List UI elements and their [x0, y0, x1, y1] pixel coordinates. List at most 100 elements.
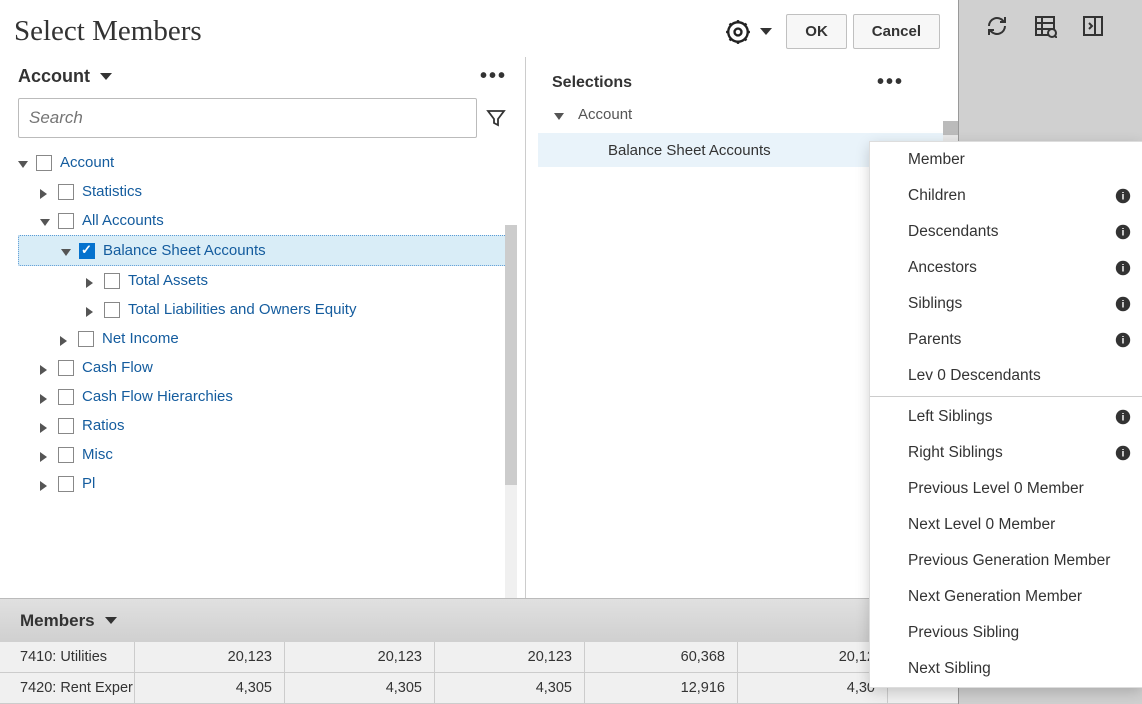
- checkbox[interactable]: [58, 418, 74, 434]
- menu-item-prev-sibling[interactable]: Previous Sibling: [870, 615, 1142, 651]
- tree-node-total-liabilities[interactable]: Total Liabilities and Owners Equity: [18, 295, 517, 324]
- cell: 60,368: [585, 642, 738, 672]
- selection-root[interactable]: Account: [538, 104, 946, 133]
- checkbox[interactable]: [79, 243, 95, 259]
- include-icon[interactable]: i: [1114, 187, 1132, 205]
- settings-dropdown-icon[interactable]: [760, 28, 772, 35]
- cell: 4,305: [135, 673, 285, 703]
- checkbox[interactable]: [36, 155, 52, 171]
- panel-toggle-icon[interactable]: [1081, 14, 1107, 40]
- tree-label: Cash Flow: [82, 359, 153, 376]
- expand-icon[interactable]: [86, 304, 98, 316]
- filter-icon[interactable]: [485, 107, 507, 129]
- checkbox[interactable]: [58, 447, 74, 463]
- expand-icon[interactable]: [40, 391, 52, 403]
- data-grid-icon[interactable]: [1033, 14, 1059, 40]
- data-row[interactable]: 7410: Utilities 20,123 20,123 20,123 60,…: [0, 642, 958, 673]
- menu-item-member[interactable]: Member: [870, 142, 1142, 178]
- expand-icon[interactable]: [40, 449, 52, 461]
- checkbox[interactable]: [58, 184, 74, 200]
- tree-label: Pl: [82, 475, 95, 492]
- tree-label: Net Income: [102, 330, 179, 347]
- menu-label: Member: [908, 151, 965, 169]
- settings-gear-icon[interactable]: [724, 18, 752, 46]
- expand-icon[interactable]: [18, 157, 30, 169]
- checkbox[interactable]: [58, 389, 74, 405]
- expand-icon[interactable]: [60, 333, 72, 345]
- dimension-dropdown[interactable]: Account: [18, 66, 112, 87]
- search-row: [18, 98, 525, 138]
- refresh-icon[interactable]: [985, 14, 1011, 40]
- ok-button[interactable]: OK: [786, 14, 847, 49]
- menu-label: Previous Sibling: [908, 624, 1019, 642]
- expand-icon[interactable]: [40, 420, 52, 432]
- expand-icon[interactable]: [40, 362, 52, 374]
- include-icon[interactable]: i: [1114, 295, 1132, 313]
- include-icon[interactable]: i: [1114, 444, 1132, 462]
- svg-text:i: i: [1122, 413, 1125, 424]
- cancel-button[interactable]: Cancel: [853, 14, 940, 49]
- expand-icon[interactable]: [40, 478, 52, 490]
- selections-title: Selections: [552, 74, 632, 92]
- tree-node-net-income[interactable]: Net Income: [18, 324, 517, 353]
- checkbox[interactable]: [58, 360, 74, 376]
- tree-node-cash-flow[interactable]: Cash Flow: [18, 353, 517, 382]
- tree-node-pl[interactable]: Pl: [18, 469, 517, 498]
- menu-item-prev-lev0[interactable]: Previous Level 0 Member: [870, 471, 1142, 507]
- selections-menu-icon[interactable]: •••: [877, 71, 938, 94]
- menu-item-next-lev0[interactable]: Next Level 0 Member: [870, 507, 1142, 543]
- checkbox[interactable]: [58, 476, 74, 492]
- tree-node-statistics[interactable]: Statistics: [18, 177, 517, 206]
- chevron-down-icon: [100, 73, 112, 80]
- expand-icon[interactable]: [40, 186, 52, 198]
- left-panel-menu-icon[interactable]: •••: [480, 65, 525, 88]
- menu-item-left-siblings[interactable]: Left Siblingsi: [870, 399, 1142, 435]
- menu-item-right-siblings[interactable]: Right Siblingsi: [870, 435, 1142, 471]
- menu-label: Children: [908, 187, 966, 205]
- tree-node-total-assets[interactable]: Total Assets: [18, 266, 517, 295]
- checkbox[interactable]: [58, 213, 74, 229]
- data-row[interactable]: 7420: Rent Exper 4,305 4,305 4,305 12,91…: [0, 673, 958, 704]
- menu-item-lev0-descendants[interactable]: Lev 0 Descendants: [870, 358, 1142, 394]
- checkbox[interactable]: [104, 302, 120, 318]
- menu-item-siblings[interactable]: Siblingsi: [870, 286, 1142, 322]
- menu-item-ancestors[interactable]: Ancestors i: [870, 250, 1142, 286]
- menu-item-descendants[interactable]: Descendants i: [870, 214, 1142, 250]
- tree-label: Misc: [82, 446, 113, 463]
- tree-node-ratios[interactable]: Ratios: [18, 411, 517, 440]
- expand-icon[interactable]: [554, 109, 566, 121]
- menu-label: Descendants: [908, 223, 998, 241]
- menu-item-next-sibling[interactable]: Next Sibling: [870, 651, 1142, 687]
- tree-node-all-accounts[interactable]: All Accounts: [18, 206, 517, 235]
- include-icon[interactable]: i: [1114, 331, 1132, 349]
- expand-icon[interactable]: [40, 215, 52, 227]
- menu-label: Parents: [908, 331, 961, 349]
- menu-item-children[interactable]: Children i: [870, 178, 1142, 214]
- include-icon[interactable]: i: [1114, 259, 1132, 277]
- title-actions: OK Cancel: [724, 14, 940, 49]
- include-icon[interactable]: i: [1114, 408, 1132, 426]
- menu-item-parents[interactable]: Parents i: [870, 322, 1142, 358]
- select-members-dialog: Select Members OK Cancel Account •••: [0, 0, 958, 704]
- tree-node-misc[interactable]: Misc: [18, 440, 517, 469]
- svg-text:i: i: [1122, 228, 1125, 239]
- tree-node-account[interactable]: Account: [18, 148, 517, 177]
- search-input[interactable]: [18, 98, 477, 138]
- member-tree[interactable]: Account Statistics All Accounts Balance …: [18, 148, 525, 588]
- menu-label: Ancestors: [908, 259, 977, 277]
- tree-label: Ratios: [82, 417, 125, 434]
- cell: 20,123: [135, 642, 285, 672]
- checkbox[interactable]: [78, 331, 94, 347]
- svg-text:i: i: [1122, 336, 1125, 347]
- expand-icon[interactable]: [86, 275, 98, 287]
- tree-scrollbar[interactable]: [505, 225, 517, 645]
- checkbox[interactable]: [104, 273, 120, 289]
- include-icon[interactable]: i: [1114, 223, 1132, 241]
- cell: 20,123: [435, 642, 585, 672]
- tree-node-cash-flow-hier[interactable]: Cash Flow Hierarchies: [18, 382, 517, 411]
- menu-item-prev-gen[interactable]: Previous Generation Member: [870, 543, 1142, 579]
- tree-node-balance-sheet[interactable]: Balance Sheet Accounts: [18, 235, 517, 266]
- members-tab[interactable]: Members: [0, 598, 958, 642]
- menu-item-next-gen[interactable]: Next Generation Member: [870, 579, 1142, 615]
- expand-icon[interactable]: [61, 245, 73, 257]
